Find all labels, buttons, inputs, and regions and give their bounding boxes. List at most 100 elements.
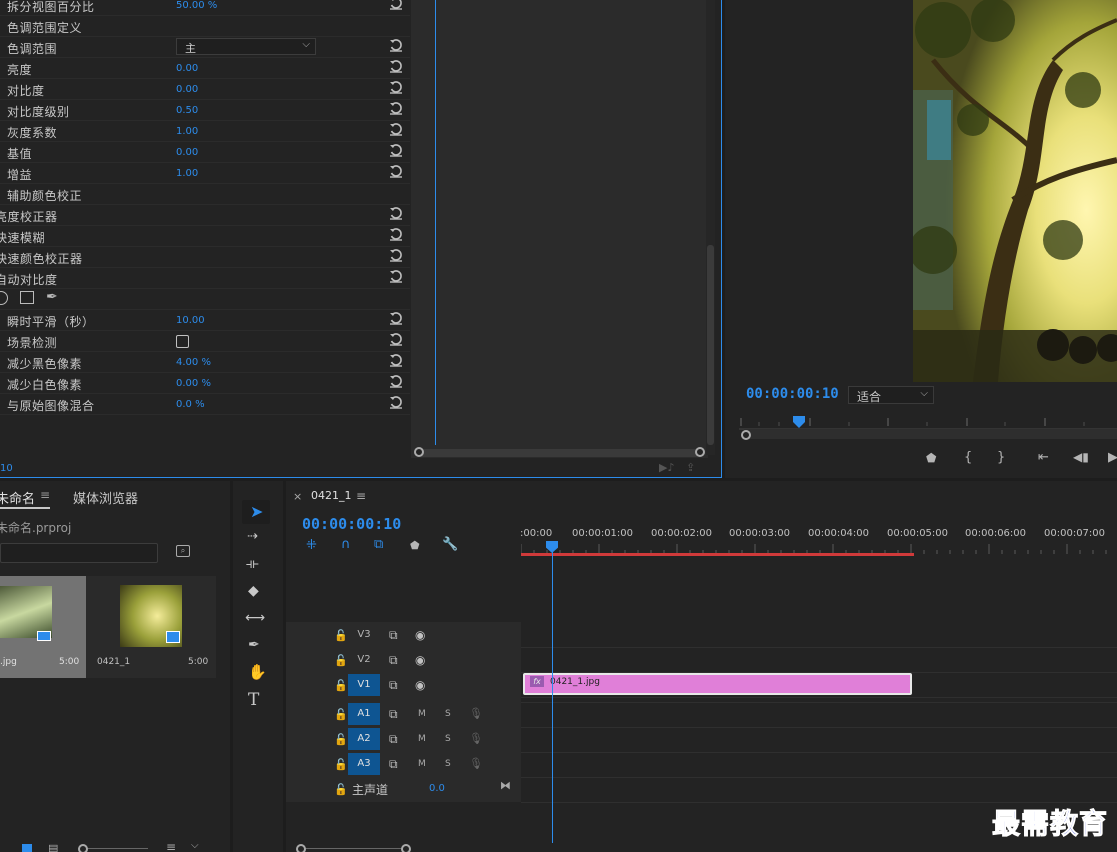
- linked-selection-icon[interactable]: ⧉: [374, 537, 383, 552]
- zoom-slider[interactable]: [78, 848, 148, 849]
- track-target-v2[interactable]: V2: [348, 649, 380, 671]
- mute-button[interactable]: M: [418, 709, 426, 719]
- wrench-icon[interactable]: 🔧: [442, 537, 458, 552]
- reset-parameter-icon[interactable]: [389, 101, 405, 117]
- go-to-in-icon[interactable]: ⇤: [1038, 450, 1049, 465]
- nest-icon[interactable]: ⁜: [306, 538, 317, 553]
- sync-lock-icon[interactable]: ⧉: [389, 732, 398, 747]
- tab-project[interactable]: 未命名: [0, 488, 35, 507]
- find-icon[interactable]: ⌕: [176, 545, 190, 557]
- mark-out-icon[interactable]: }: [997, 450, 1005, 465]
- reset-parameter-icon[interactable]: [389, 80, 405, 96]
- effect-property-row[interactable]: 快速模糊: [0, 226, 410, 247]
- sync-lock-icon[interactable]: ⧉: [389, 653, 398, 668]
- reset-parameter-icon[interactable]: [389, 0, 405, 12]
- sync-lock-icon[interactable]: ⧉: [389, 757, 398, 772]
- lock-icon[interactable]: 🔓: [334, 629, 348, 642]
- master-volume-value[interactable]: 0.0: [429, 783, 445, 794]
- effect-property-row[interactable]: [0, 289, 410, 310]
- effect-scroll-thumb[interactable]: [707, 245, 714, 445]
- reset-parameter-icon[interactable]: [389, 332, 405, 348]
- voiceover-mic-icon[interactable]: 🎙: [469, 757, 483, 770]
- pen-tool-icon[interactable]: ✒: [248, 637, 260, 653]
- play-icon[interactable]: ▶: [1108, 450, 1117, 465]
- hand-tool-icon[interactable]: ✋: [248, 663, 267, 681]
- monitor-time-ruler[interactable]: [739, 412, 1117, 430]
- reset-parameter-icon[interactable]: [389, 59, 405, 75]
- sequence-tab[interactable]: 0421_1: [311, 489, 352, 502]
- effect-property-row[interactable]: 亮度 0.00: [0, 58, 410, 79]
- rectangle-mask-icon[interactable]: [20, 291, 34, 304]
- eye-icon[interactable]: ◉: [415, 628, 425, 642]
- solo-button[interactable]: S: [445, 709, 451, 719]
- effect-timecode[interactable]: 10: [0, 463, 13, 474]
- property-value[interactable]: 0.00: [176, 63, 198, 74]
- property-value[interactable]: 0.0 %: [176, 399, 205, 410]
- effect-property-row[interactable]: 与原始图像混合 0.0 %: [0, 394, 410, 415]
- lock-icon[interactable]: 🔓: [334, 708, 348, 721]
- lock-icon[interactable]: 🔓: [334, 783, 348, 796]
- property-value[interactable]: 0.00: [176, 147, 198, 158]
- reset-parameter-icon[interactable]: [389, 353, 405, 369]
- property-value[interactable]: 50.00 %: [176, 0, 217, 11]
- collapse-icon[interactable]: ⧓: [500, 779, 511, 792]
- monitor-zoom-handle[interactable]: [741, 430, 751, 440]
- monitor-zoom-scrollbar[interactable]: [744, 429, 1117, 439]
- snap-magnet-icon[interactable]: ∩: [341, 537, 351, 552]
- effect-property-row[interactable]: 对比度 0.00: [0, 79, 410, 100]
- effect-property-row[interactable]: 减少黑色像素 4.00 %: [0, 352, 410, 373]
- reset-parameter-icon[interactable]: [389, 206, 405, 222]
- sort-icon[interactable]: ≡: [166, 840, 176, 852]
- property-value[interactable]: 4.00 %: [176, 357, 211, 368]
- effect-scroll-end-handle[interactable]: [695, 447, 705, 457]
- zoom-fit-dropdown[interactable]: 适合 ⌵: [848, 386, 934, 404]
- type-tool-icon[interactable]: T: [248, 690, 259, 710]
- add-marker-icon[interactable]: ⬟: [410, 539, 420, 552]
- property-value[interactable]: 1.00: [176, 168, 198, 179]
- property-value[interactable]: 0.00 %: [176, 378, 211, 389]
- track-select-tool-icon[interactable]: ⇢: [247, 529, 258, 544]
- reset-parameter-icon[interactable]: [389, 269, 405, 285]
- tonal-range-dropdown[interactable]: 主 ⌵: [176, 38, 316, 55]
- export-icon[interactable]: ⇪: [686, 461, 695, 474]
- effect-property-row[interactable]: 色调范围定义: [0, 16, 410, 37]
- step-back-icon[interactable]: ◀▮: [1073, 450, 1089, 464]
- reset-parameter-icon[interactable]: [389, 164, 405, 180]
- property-value[interactable]: 10.00: [176, 315, 205, 326]
- timeline-zoom-handle-right[interactable]: [401, 844, 411, 852]
- effect-property-row[interactable]: 自动对比度: [0, 268, 410, 289]
- timeline-zoom-handle-left[interactable]: [296, 844, 306, 852]
- timeline-timecode[interactable]: 00:00:00:10: [302, 515, 401, 533]
- tab-media-browser[interactable]: 媒体浏览器: [73, 488, 138, 507]
- reset-parameter-icon[interactable]: [389, 248, 405, 264]
- monitor-timecode[interactable]: 00:00:00:10: [746, 386, 839, 402]
- freeform-view-icon[interactable]: ▤: [48, 842, 58, 852]
- lock-icon[interactable]: 🔓: [334, 679, 348, 692]
- panel-menu-icon[interactable]: ≡: [40, 488, 50, 502]
- razor-tool-icon[interactable]: ◆: [248, 583, 259, 599]
- effect-property-row[interactable]: 灰度系数 1.00: [0, 121, 410, 142]
- timeline-playhead[interactable]: [552, 543, 553, 843]
- reset-parameter-icon[interactable]: [389, 143, 405, 159]
- reset-parameter-icon[interactable]: [389, 395, 405, 411]
- panel-menu-icon[interactable]: ≡: [356, 489, 366, 503]
- sync-lock-icon[interactable]: ⧉: [389, 707, 398, 722]
- effect-property-row[interactable]: 辅助颜色校正: [0, 184, 410, 205]
- add-marker-icon[interactable]: ⬟: [926, 451, 936, 465]
- ripple-edit-tool-icon[interactable]: ⟛: [246, 556, 259, 572]
- scene-detect-checkbox[interactable]: [176, 335, 189, 348]
- eye-icon[interactable]: ◉: [415, 678, 425, 692]
- effect-property-row[interactable]: 基值 0.00: [0, 142, 410, 163]
- solo-button[interactable]: S: [445, 734, 451, 744]
- voiceover-mic-icon[interactable]: 🎙: [469, 732, 483, 745]
- work-area-bar[interactable]: [521, 553, 914, 556]
- sync-lock-icon[interactable]: ⧉: [389, 678, 398, 693]
- effect-property-row[interactable]: 对比度级别 0.50: [0, 100, 410, 121]
- effect-scroll-start-handle[interactable]: [414, 447, 424, 457]
- effect-playhead[interactable]: [435, 0, 436, 445]
- solo-button[interactable]: S: [445, 759, 451, 769]
- chevron-down-icon[interactable]: ⌵: [191, 840, 199, 851]
- mute-button[interactable]: M: [418, 734, 426, 744]
- mark-in-icon[interactable]: {: [964, 450, 972, 465]
- project-item[interactable]: 0421_1 5:00: [88, 576, 214, 678]
